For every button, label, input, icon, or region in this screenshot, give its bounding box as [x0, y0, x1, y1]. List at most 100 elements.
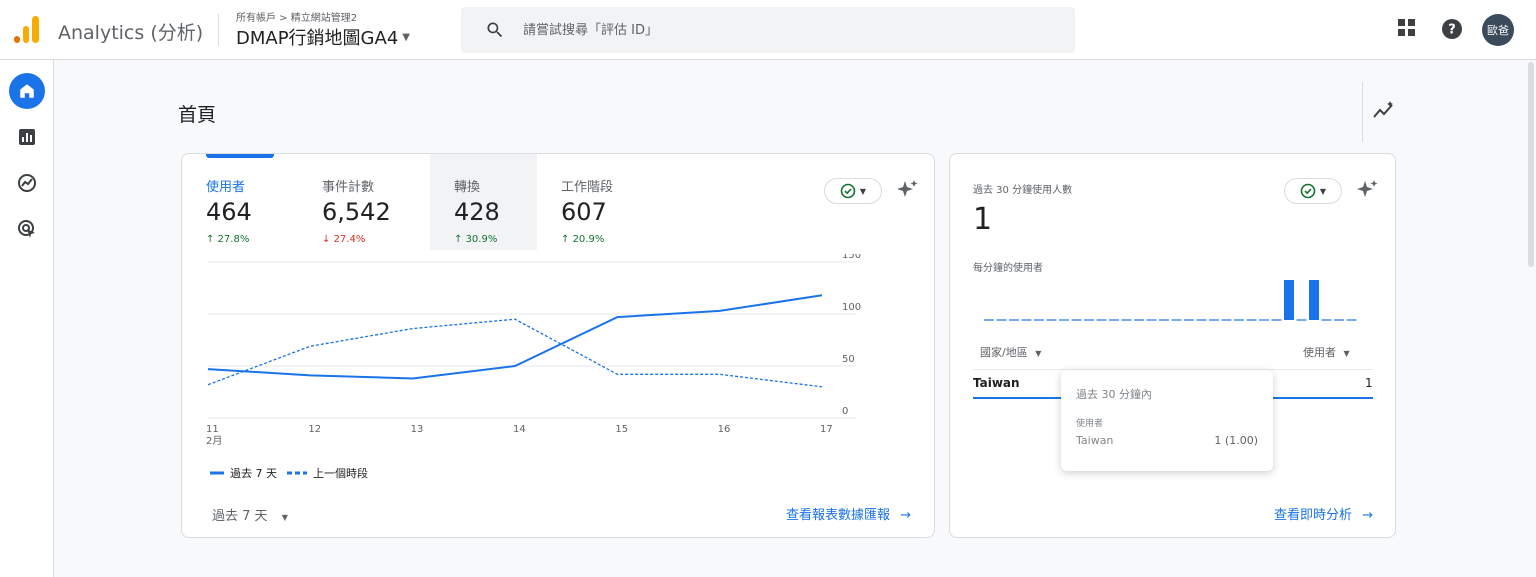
divider — [218, 14, 219, 46]
search-input[interactable] — [523, 7, 1043, 53]
arrow-right-icon: → — [900, 508, 912, 523]
chevron-down-icon: ▼ — [281, 513, 288, 522]
metric-change: ↑ 30.9% — [454, 234, 498, 245]
metric-value: 6,542 — [322, 198, 391, 226]
metric-conversions[interactable]: 轉換 428 ↑ 30.9% — [430, 154, 537, 250]
column-header-users[interactable]: 使用者 ▼ — [1303, 344, 1350, 360]
legend-label-previous: 上一個時段 — [313, 467, 368, 480]
x-tick-label: 15 — [615, 424, 628, 435]
metric-event-count[interactable]: 事件計數 6,542 ↓ 27.4% — [322, 154, 432, 250]
metric-label: 工作階段 — [561, 180, 614, 195]
realtime-card: 過去 30 分鐘使用人數 1 ▼ 每分鐘的使用者 國家/地區 ▼ 使用者 ▼ T… — [949, 153, 1396, 538]
date-range-dropdown[interactable]: 過去 7 天 ▼ — [212, 505, 288, 524]
table-row-country: Taiwan — [973, 376, 1020, 390]
overview-card: 使用者 464 ↑ 27.8% 事件計數 6,542 ↓ 27.4% 轉換 42… — [181, 153, 935, 538]
x-tick-label: 13 — [411, 424, 424, 435]
y-tick-label: 50 — [842, 354, 855, 365]
arrow-right-icon: → — [1362, 508, 1374, 523]
date-range-label: 過去 7 天 — [212, 509, 268, 524]
advertising-icon — [18, 220, 35, 238]
minute-bar[interactable] — [1309, 280, 1319, 320]
line-chart: 0 50 100 150 11 12 13 14 15 16 17 2月 — [206, 254, 861, 447]
left-nav — [0, 60, 54, 577]
table-row-users: 1 — [1365, 376, 1373, 390]
check-circle-icon — [1300, 183, 1316, 199]
metric-change: ↓ 27.4% — [322, 234, 366, 245]
x-tick-label: 16 — [718, 424, 731, 435]
tooltip-title: 過去 30 分鐘內 — [1076, 388, 1152, 401]
column-header-country[interactable]: 國家/地區 ▼ — [980, 344, 1041, 360]
app-name: Analytics (分析) — [58, 22, 204, 44]
metric-sessions[interactable]: 工作階段 607 ↑ 20.9% — [561, 154, 671, 250]
nav-reports[interactable] — [9, 119, 45, 155]
apps-grid-icon[interactable] — [1397, 18, 1417, 38]
per-minute-bar-chart — [984, 280, 1357, 321]
chart-tooltip: 過去 30 分鐘內 使用者 Taiwan 1 (1.00) — [1061, 370, 1273, 471]
legend-label-current: 過去 7 天 — [230, 467, 277, 480]
metric-value: 464 — [206, 198, 252, 226]
nav-home[interactable] — [9, 73, 45, 109]
tooltip-country: Taiwan — [1076, 434, 1114, 447]
top-bar: Analytics (分析) 所有帳戶 > 精立網站管理2 DMAP行銷地圖GA… — [0, 0, 1536, 60]
x-tick-label: 11 — [206, 424, 219, 435]
view-realtime-link[interactable]: 查看即時分析 → — [1274, 504, 1373, 523]
divider — [1362, 82, 1363, 142]
insights-icon[interactable] — [1372, 100, 1396, 122]
legend-solid-line — [210, 471, 224, 475]
column-label: 國家/地區 — [980, 346, 1028, 359]
x-tick-sublabel: 2月 — [206, 435, 222, 447]
per-minute-label: 每分鐘的使用者 — [973, 263, 1043, 274]
metric-value: 607 — [561, 198, 607, 226]
breadcrumb[interactable]: 所有帳戶 > 精立網站管理2 — [236, 9, 357, 24]
x-tick-label: 17 — [820, 424, 833, 435]
y-tick-label: 100 — [842, 302, 861, 313]
metric-label: 轉換 — [454, 180, 481, 195]
chart-legend: 過去 7 天 上一個時段 — [210, 465, 368, 481]
chevron-down-icon: ▼ — [859, 186, 867, 196]
metric-users[interactable]: 使用者 464 ↑ 27.8% — [206, 154, 316, 250]
x-tick-label: 14 — [513, 424, 526, 435]
y-tick-label: 0 — [842, 406, 848, 417]
tooltip-value: 1 (1.00) — [1214, 434, 1258, 447]
avatar[interactable]: 歐爸 — [1482, 14, 1514, 46]
sparkle-icon[interactable] — [1356, 178, 1380, 202]
home-icon — [20, 84, 34, 98]
x-tick-label: 12 — [308, 424, 321, 435]
realtime-value: 1 — [973, 202, 993, 237]
link-label: 查看報表數據匯報 — [786, 508, 891, 523]
property-selector[interactable]: DMAP行銷地圖GA4 ▼ — [236, 24, 410, 50]
chevron-down-icon: ▼ — [1319, 186, 1327, 196]
minute-bar[interactable] — [1284, 280, 1294, 320]
scrollbar[interactable] — [1528, 62, 1534, 267]
metric-change: ↑ 27.8% — [206, 234, 250, 245]
reports-icon — [19, 129, 35, 145]
check-circle-icon — [840, 183, 856, 199]
svg-text:?: ? — [1448, 23, 1456, 38]
view-reports-link[interactable]: 查看報表數據匯報 → — [786, 504, 911, 523]
metric-change: ↑ 20.9% — [561, 234, 605, 245]
nav-explore[interactable] — [9, 165, 45, 201]
legend-dashed-line — [287, 471, 307, 475]
metric-label: 事件計數 — [322, 180, 375, 195]
help-icon[interactable]: ? — [1441, 18, 1463, 40]
status-dropdown[interactable]: ▼ — [824, 178, 882, 204]
chevron-down-icon: ▼ — [402, 31, 410, 43]
link-label: 查看即時分析 — [1274, 508, 1353, 523]
metric-value: 428 — [454, 198, 500, 226]
y-tick-label: 150 — [842, 254, 861, 261]
chevron-down-icon: ▼ — [1035, 349, 1042, 358]
search-icon — [487, 22, 503, 38]
analytics-logo-icon[interactable] — [14, 16, 40, 44]
sparkle-icon[interactable] — [896, 178, 920, 202]
search-bar[interactable] — [461, 7, 1075, 53]
property-name: DMAP行銷地圖GA4 — [236, 28, 399, 49]
chevron-down-icon: ▼ — [1343, 349, 1350, 358]
tooltip-metric: 使用者 — [1076, 419, 1104, 429]
series-line-previous[interactable] — [207, 318, 823, 388]
status-dropdown[interactable]: ▼ — [1284, 178, 1342, 204]
column-label: 使用者 — [1303, 346, 1336, 359]
realtime-title: 過去 30 分鐘使用人數 — [973, 185, 1073, 196]
explore-icon — [18, 174, 36, 192]
metric-label: 使用者 — [206, 180, 246, 195]
nav-advertising[interactable] — [9, 211, 45, 247]
